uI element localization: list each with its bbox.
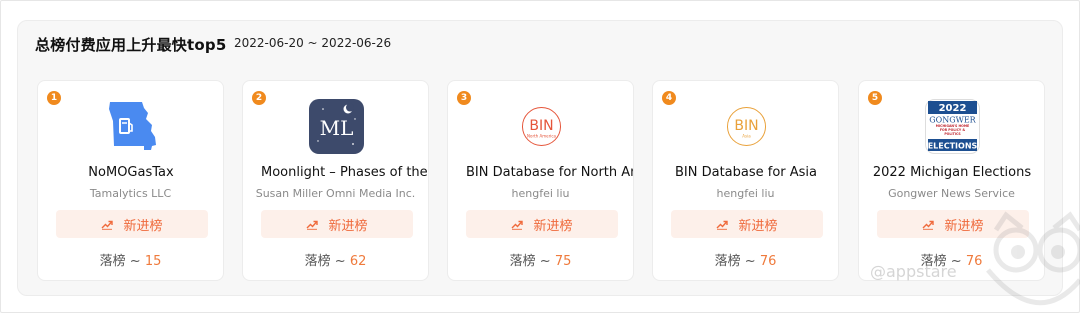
developer-name: Gongwer News Service — [888, 187, 1015, 200]
drop-label: 落榜 ~ — [509, 254, 551, 269]
app-name: NoMOGasTax — [88, 165, 174, 180]
drop-label: 落榜 ~ — [304, 254, 346, 269]
trend-up-icon — [306, 220, 319, 230]
new-entry-badge: 新进榜 — [466, 210, 618, 238]
app-card[interactable]: 3 BIN North America BIN Database for Nor… — [447, 80, 634, 281]
badge-label: 新进榜 — [328, 218, 368, 234]
panel-title: 总榜付费应用上升最快top5 — [35, 36, 227, 54]
rank-badge: 4 — [662, 91, 676, 105]
drop-label: 落榜 ~ — [714, 254, 756, 269]
drop-rank-value: 62 — [349, 254, 367, 269]
trend-up-icon — [716, 220, 729, 230]
date-range: 2022-06-20 ~ 2022-06-26 — [234, 36, 392, 50]
icon-text: ML — [320, 116, 354, 140]
bin-north-america-icon: BIN North America — [522, 107, 561, 146]
rank-badge: 5 — [868, 91, 882, 105]
icon-subtext: North America — [527, 134, 557, 139]
drop-rank-value: 75 — [554, 254, 572, 269]
trend-up-icon — [101, 220, 114, 230]
developer-name: hengfei liu — [511, 187, 570, 200]
drop-rank-value: 15 — [144, 254, 162, 269]
drop-rank: 落榜 ~ 15 — [38, 250, 223, 269]
icon-tagline: MICHIGAN'S HOME FOR POLICY & POLITICS — [935, 124, 970, 136]
app-name: Moonlight – Phases of the Moon — [261, 165, 428, 180]
drop-rank-value: 76 — [759, 254, 777, 269]
app-name: BIN Database for North America — [466, 165, 633, 180]
icon-subtext: Asia — [742, 134, 751, 139]
icon-footer: ELECTIONS — [928, 142, 978, 151]
icon-year: 2022 — [939, 103, 967, 114]
new-entry-badge: 新进榜 — [56, 210, 208, 238]
trend-up-icon — [511, 220, 524, 230]
developer-name: Susan Miller Omni Media Inc. — [255, 187, 416, 200]
app-name: BIN Database for Asia — [674, 165, 818, 180]
panel-header: 总榜付费应用上升最快top5 2022-06-20 ~ 2022-06-26 — [18, 21, 1062, 65]
badge-label: 新进榜 — [738, 218, 778, 234]
icon-text: BIN — [529, 118, 553, 134]
drop-rank: 落榜 ~ 62 — [243, 250, 428, 269]
new-entry-badge: 新进榜 — [261, 210, 413, 238]
icon-text: BIN — [734, 118, 758, 134]
badge-label: 新进榜 — [123, 218, 163, 234]
rank-badge: 2 — [252, 91, 266, 105]
drop-rank: 落榜 ~ 75 — [448, 250, 633, 269]
drop-label: 落榜 ~ — [99, 254, 141, 269]
watermark-text: @appstare — [870, 262, 957, 281]
bin-asia-icon: BIN Asia — [727, 107, 766, 146]
app-card[interactable]: 1 NoMOGasTax Tamalytics LLC 新进榜 落榜 ~ 15 — [37, 80, 224, 281]
rank-badge: 1 — [47, 91, 61, 105]
badge-label: 新进榜 — [533, 218, 573, 234]
developer-name: Tamalytics LLC — [89, 187, 172, 200]
app-card[interactable]: 4 BIN Asia BIN Database for Asia hengfei… — [652, 80, 839, 281]
app-card[interactable]: 2 ML Moonlight – Phases of the Moon Susa… — [242, 80, 429, 281]
gongwer-elections-icon: 2022 GONGWER MICHIGAN'S HOME FOR POLICY … — [925, 99, 980, 154]
drop-rank: 落榜 ~ 76 — [653, 250, 838, 269]
new-entry-badge: 新进榜 — [671, 210, 823, 238]
missouri-gas-icon — [109, 102, 156, 150]
moonlight-icon: ML — [309, 99, 364, 154]
developer-name: hengfei liu — [716, 187, 775, 200]
app-name: 2022 Michigan Elections — [872, 165, 1032, 180]
rank-badge: 3 — [457, 91, 471, 105]
